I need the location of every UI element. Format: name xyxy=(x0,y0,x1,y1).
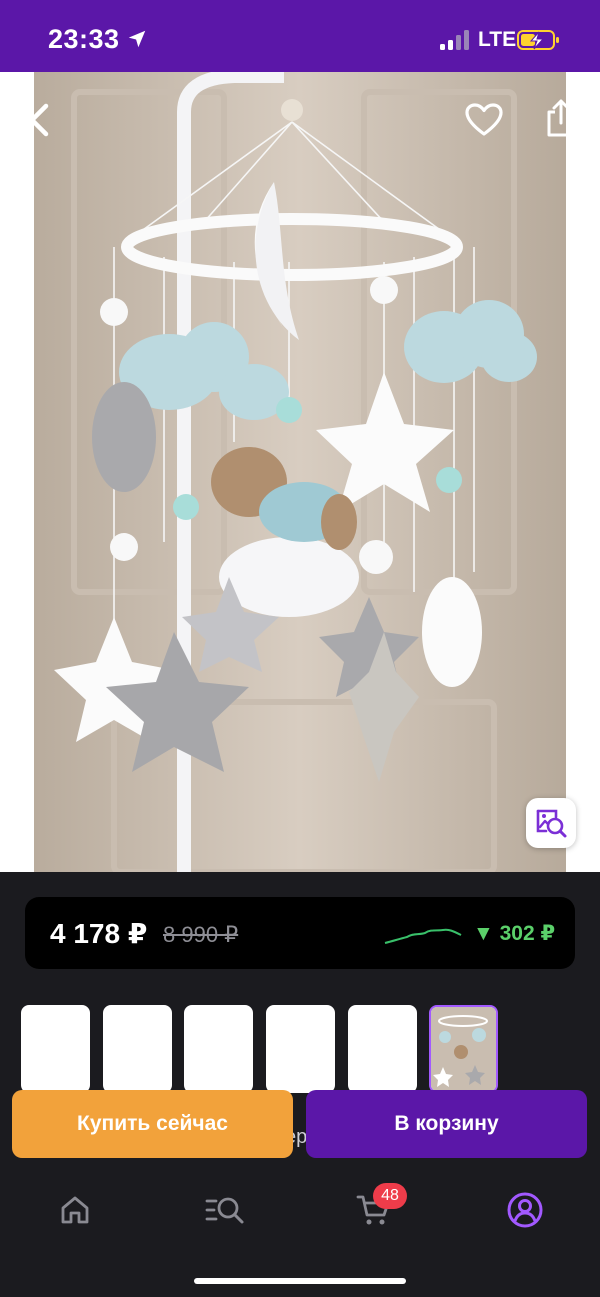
back-button[interactable] xyxy=(16,96,64,144)
battery-charging-icon xyxy=(517,30,559,50)
price-drop-icon: ▼ xyxy=(473,922,500,945)
network-label: LTE xyxy=(478,28,517,51)
price-card[interactable]: 4 178 ₽ 8 990 ₽ ▼ 302 ₽ xyxy=(25,897,575,969)
home-indicator[interactable] xyxy=(194,1278,406,1284)
nav-catalog[interactable] xyxy=(203,1188,247,1232)
product-photo[interactable] xyxy=(34,72,566,872)
thumbnail[interactable] xyxy=(103,1005,172,1093)
current-price: 4 178 ₽ xyxy=(50,918,148,949)
thumbnail[interactable] xyxy=(348,1005,417,1093)
status-time: 23:33 xyxy=(48,24,120,54)
heart-icon xyxy=(465,103,503,136)
price-drop-value: 302 ₽ xyxy=(499,922,556,945)
buy-now-button[interactable]: Купить сейчас xyxy=(12,1090,293,1158)
share-button[interactable] xyxy=(537,94,585,142)
old-price: 8 990 ₽ xyxy=(163,922,239,947)
thumbnail[interactable] xyxy=(21,1005,90,1093)
price-history-sparkline xyxy=(384,928,462,944)
thumbnail-active[interactable] xyxy=(429,1005,498,1093)
thumbnail-image xyxy=(431,1007,496,1091)
catalog-search-icon xyxy=(205,1197,244,1224)
thumbnail[interactable] xyxy=(184,1005,253,1093)
nav-profile[interactable] xyxy=(503,1188,547,1232)
visual-search-button[interactable] xyxy=(526,798,576,848)
cart-count-badge: 48 xyxy=(373,1183,407,1209)
price-drop: ▼ 302 ₽ xyxy=(473,921,555,946)
nav-home[interactable] xyxy=(53,1188,97,1232)
status-bar: 23:33 LTE xyxy=(0,0,600,72)
favorite-button[interactable] xyxy=(460,96,508,144)
add-to-cart-button[interactable]: В корзину xyxy=(306,1090,587,1158)
back-arrow-icon xyxy=(29,103,49,137)
visual-search-icon xyxy=(536,809,567,838)
signal-icon xyxy=(440,30,469,50)
profile-icon xyxy=(507,1192,543,1228)
location-arrow-icon xyxy=(128,30,146,48)
product-photo-area[interactable] xyxy=(0,72,600,872)
thumbnail[interactable] xyxy=(266,1005,335,1093)
home-icon xyxy=(61,1196,89,1224)
share-icon xyxy=(547,99,575,137)
